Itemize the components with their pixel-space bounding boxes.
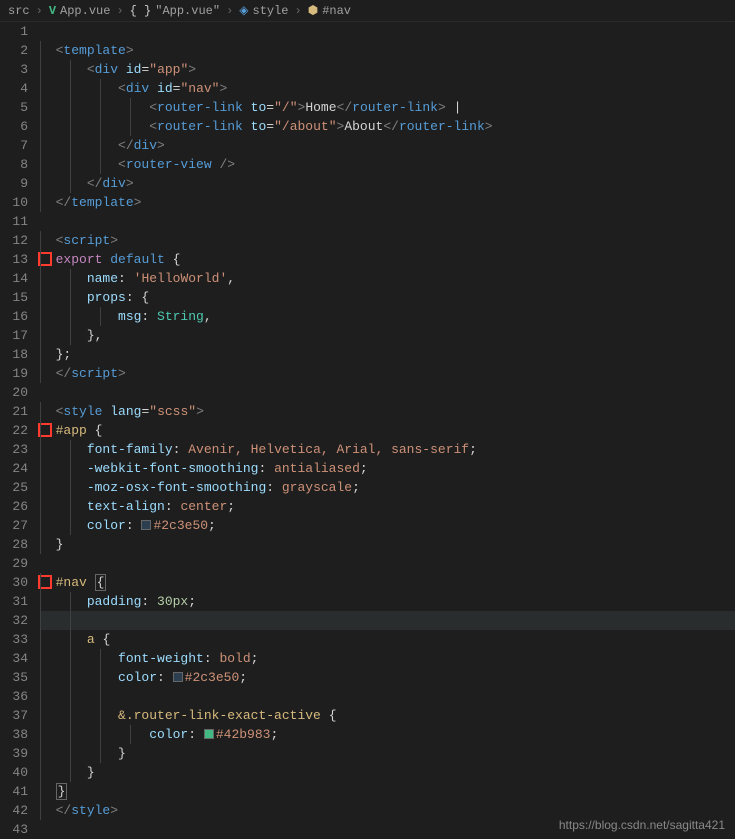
line-number-gutter: 12345678910 11121314151617181920 2122232… [0,22,40,838]
breadcrumb-sep: › [36,4,43,18]
vue-icon: V [49,4,56,18]
breadcrumb-sep: › [226,4,233,18]
hash-icon: ⬢ [308,3,318,18]
cursor-line[interactable] [40,611,735,630]
breadcrumb-src[interactable]: src [8,4,30,18]
breadcrumb-sep: › [295,4,302,18]
color-swatch [173,672,183,682]
color-swatch [141,520,151,530]
cube-icon: ◈ [239,3,248,18]
color-swatch [204,729,214,739]
code-content[interactable]: <template> <div id="app"> <div id="nav">… [40,22,735,838]
breadcrumbs[interactable]: src › V App.vue › { } "App.vue" › ◈ styl… [0,0,735,22]
braces-icon: { } [130,4,152,18]
breadcrumb-nav[interactable]: #nav [322,4,351,18]
breadcrumb-json[interactable]: "App.vue" [155,4,220,18]
breadcrumb-sep: › [116,4,123,18]
editor-area[interactable]: 12345678910 11121314151617181920 2122232… [0,22,735,838]
watermark: https://blog.csdn.net/sagitta421 [559,818,725,832]
breadcrumb-file[interactable]: App.vue [60,4,110,18]
breadcrumb-style[interactable]: style [253,4,289,18]
